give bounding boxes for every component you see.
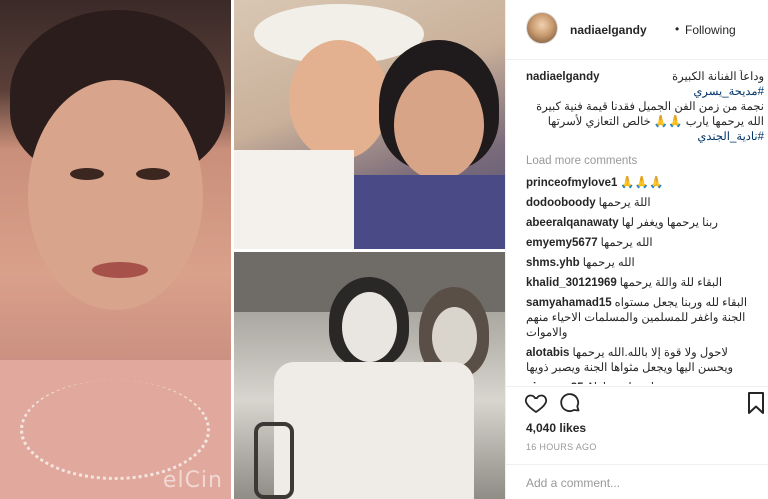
comment-username[interactable]: abeeralqanawaty (526, 217, 619, 229)
caption-line-1: nadiaelgandy وداعاً الفنانة الكبيرة #مدي… (526, 70, 764, 100)
caption-line-3: الله يرحمها يارب 🙏🙏 خالص التعازي لأسرتها (547, 116, 764, 128)
eye-shape (136, 168, 170, 180)
comment-username[interactable]: nisoooo85 (526, 382, 584, 384)
comment-row: khalid_30121969 البقاء للة واللة يرحمها (526, 276, 764, 291)
post-image[interactable]: elCin (0, 0, 505, 499)
comment-bubble-icon[interactable] (558, 391, 582, 415)
necklace-shape (20, 380, 210, 480)
post-sidebar: nadiaelgandy • Following nadiaelgandy ود… (505, 0, 768, 499)
comments-list[interactable]: nadiaelgandy وداعاً الفنانة الكبيرة #مدي… (526, 70, 764, 384)
caption-username[interactable]: nadiaelgandy (526, 70, 600, 85)
comment-username[interactable]: shms.yhb (526, 257, 580, 269)
portrait-photo: elCin (0, 0, 231, 499)
watermark-logo: elCin (162, 468, 223, 493)
face-shape (394, 70, 484, 180)
comment-text: البقاء للة واللة يرحمها (619, 277, 723, 289)
hat-scene-photo (234, 0, 505, 249)
avatar[interactable] (526, 12, 558, 44)
comment-text: ربنا يرحمها ويغفر لها (621, 217, 718, 229)
separator-dot: • (675, 22, 680, 36)
comment-row: dodooboody اللة يرحمها (526, 196, 764, 211)
caption-hashtag-2[interactable]: #نادية_الجندي (526, 130, 764, 145)
comment-row: alotabis لاحول ولا قوة إلا بالله.الله يرح… (526, 346, 764, 376)
comment-row: nisoooo85Alah yarhamha (526, 381, 764, 384)
comment-username[interactable]: alotabis (526, 347, 569, 359)
comment-composer (506, 464, 768, 499)
face-shape (432, 307, 477, 367)
comment-username[interactable]: samyahamad15 (526, 297, 612, 309)
comment-row: shms.yhb الله يرحمها (526, 256, 764, 271)
face-shape (289, 40, 389, 160)
caption-line-2: نجمة من زمن الفن الجميل فقدنا قيمة فنية … (536, 101, 764, 113)
face-shape (342, 292, 397, 362)
bookmark-icon[interactable] (746, 391, 766, 415)
white-gown-shape (274, 362, 474, 499)
lips-shape (92, 262, 148, 278)
comment-container: princeofmylove1 🙏🙏🙏 dodooboody اللة يرحمها a… (526, 176, 764, 384)
comment-row: abeeralqanawaty ربنا يرحمها ويغفر لها (526, 216, 764, 231)
caption-hashtag[interactable]: #مديحة_يسري (693, 86, 764, 98)
blue-dress-shape (354, 175, 505, 249)
white-blouse-shape (234, 150, 354, 249)
following-button[interactable]: Following (685, 23, 736, 37)
comment-username[interactable]: dodooboody (526, 197, 596, 209)
comment-username[interactable]: princeofmylove1 (526, 177, 617, 189)
load-more-comments-link[interactable]: Load more comments (526, 155, 764, 171)
comment-text: اللة يرحمها (598, 197, 651, 209)
comment-username[interactable]: emyemy5677 (526, 237, 598, 249)
post-caption: nadiaelgandy وداعاً الفنانة الكبيرة #مدي… (526, 70, 764, 145)
header-username[interactable]: nadiaelgandy (570, 23, 647, 37)
comment-text: 🙏🙏🙏 (620, 177, 664, 189)
comment-text: الله يرحمها (600, 237, 653, 249)
post-header: nadiaelgandy • Following (506, 0, 768, 60)
comment-row: samyahamad15 البقاء لله وربنا يجعل مستواه… (526, 296, 764, 341)
likes-count[interactable]: 4,040 likes (526, 421, 586, 435)
heart-icon[interactable] (524, 391, 548, 415)
caption-text: وداعاً الفنانة الكبيرة (672, 71, 764, 83)
comment-text: Alah yarhamha (587, 382, 664, 384)
add-comment-input[interactable] (526, 474, 751, 492)
action-bar (506, 386, 768, 418)
wheelchair-scene-photo (234, 252, 505, 499)
comment-text: الله يرحمها (582, 257, 635, 269)
comment-row: princeofmylove1 🙏🙏🙏 (526, 176, 764, 191)
post-timestamp[interactable]: 16 HOURS AGO (526, 442, 597, 452)
wheelchair-shape (254, 422, 294, 499)
eye-shape (70, 168, 104, 180)
comment-username[interactable]: khalid_30121969 (526, 277, 617, 289)
comment-row: emyemy5677 الله يرحمها (526, 236, 764, 251)
